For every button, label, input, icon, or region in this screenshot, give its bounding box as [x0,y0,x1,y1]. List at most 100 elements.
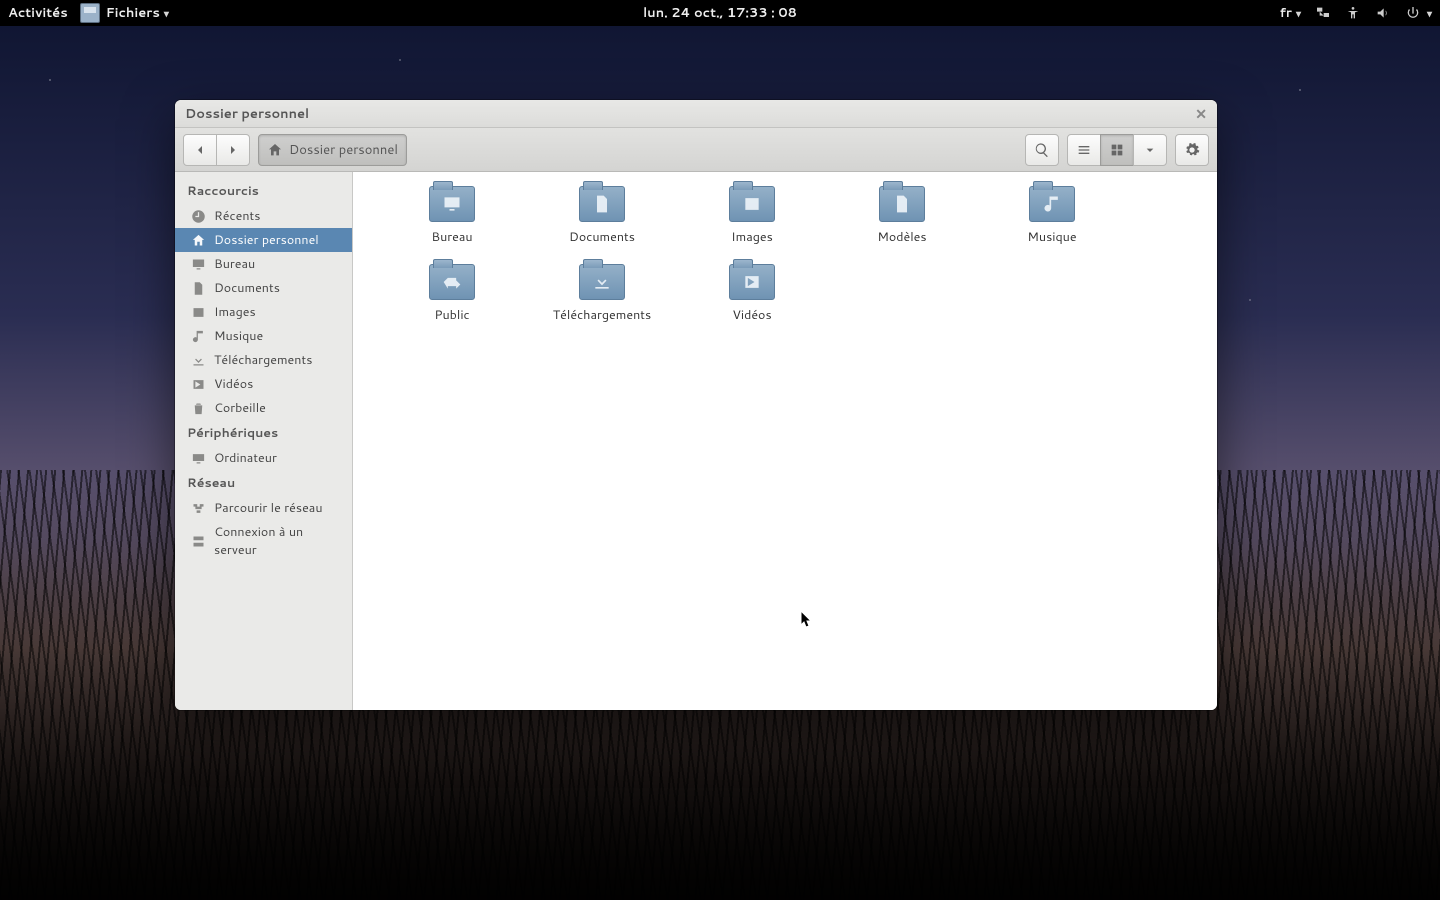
folder-item[interactable]: Documents [527,186,677,246]
folder-label: Bureau [431,228,472,246]
breadcrumb-label: Dossier personnel [289,141,398,159]
files-window: Dossier personnel ✕ Dossier personnel [175,100,1217,710]
chevron-right-icon [225,142,241,158]
sidebar-item-computer[interactable]: Ordinateur [175,446,352,470]
templates-emblem-icon [892,194,912,214]
network-status-icon[interactable] [1315,5,1331,21]
sidebar-item-images[interactable]: Images [175,300,352,324]
clock[interactable]: lun. 24 oct., 17:33 : 08 [643,4,797,22]
sidebar-item-label: Musique [214,327,263,345]
power-menu[interactable] [1405,4,1432,22]
toolbar: Dossier personnel [175,128,1217,172]
app-menu[interactable]: Fichiers [80,3,169,23]
back-button[interactable] [183,134,217,166]
videos-emblem-icon [742,272,762,292]
sidebar-item-label: Parcourir le réseau [214,499,323,517]
settings-button[interactable] [1175,134,1209,166]
sidebar: Raccourcis Récents Dossier personnel Burea… [175,172,353,710]
grid-view-icon [1109,142,1125,158]
network-icon [191,501,206,516]
folder-label: Public [434,306,469,324]
breadcrumb-home[interactable]: Dossier personnel [258,134,407,166]
folder-label: Modèles [877,228,926,246]
folder-item[interactable]: Images [677,186,827,246]
sidebar-item-server[interactable]: Connexion à un serveur [175,520,352,562]
app-menu-label: Fichiers [106,4,169,22]
activities-button[interactable]: Activités [8,4,68,22]
view-grid-button[interactable] [1100,134,1134,166]
search-icon [1034,142,1050,158]
chevron-left-icon [192,142,208,158]
folder-icon [429,264,475,300]
volume-icon[interactable] [1375,5,1391,21]
home-icon [267,142,283,158]
sidebar-item-label: Corbeille [214,399,266,417]
download-emblem-icon [592,272,612,292]
server-icon [191,534,206,549]
sidebar-item-home[interactable]: Dossier personnel [175,228,352,252]
chevron-down-icon [1142,142,1158,158]
sidebar-item-label: Ordinateur [214,449,277,467]
file-grid: Bureau Documents Images Modèles Musique Publi… [377,186,1193,324]
sidebar-item-trash[interactable]: Corbeille [175,396,352,420]
images-icon [191,305,206,320]
folder-item[interactable]: Bureau [377,186,527,246]
videos-icon [191,377,206,392]
folder-item[interactable]: Public [377,264,527,324]
sidebar-header-shortcuts: Raccourcis [175,178,352,204]
home-icon [191,233,206,248]
view-list-button[interactable] [1067,134,1101,166]
sidebar-item-clock[interactable]: Récents [175,204,352,228]
view-more-button[interactable] [1133,134,1167,166]
sidebar-item-label: Dossier personnel [214,231,319,249]
nav-buttons [183,134,250,166]
folder-item[interactable]: Vidéos [677,264,827,324]
folder-icon [429,186,475,222]
trash-icon [191,401,206,416]
documents-icon [191,281,206,296]
folder-icon [729,186,775,222]
sidebar-item-download[interactable]: Téléchargements [175,348,352,372]
accessibility-icon[interactable] [1345,5,1361,21]
folder-item[interactable]: Téléchargements [527,264,677,324]
music-emblem-icon [1042,194,1062,214]
sidebar-item-label: Récents [214,207,260,225]
sidebar-item-label: Téléchargements [214,351,312,369]
sidebar-item-videos[interactable]: Vidéos [175,372,352,396]
folder-label: Images [731,228,773,246]
folder-icon [1029,186,1075,222]
folder-label: Téléchargements [553,306,651,324]
sidebar-item-music[interactable]: Musique [175,324,352,348]
file-pane[interactable]: Bureau Documents Images Modèles Musique Publi… [353,172,1217,710]
desktop-emblem-icon [442,194,462,214]
view-switcher [1067,134,1167,166]
list-view-icon [1076,142,1092,158]
forward-button[interactable] [216,134,250,166]
power-icon [1405,5,1421,21]
keyboard-layout-indicator[interactable]: fr [1280,4,1301,22]
sidebar-item-desktop[interactable]: Bureau [175,252,352,276]
music-icon [191,329,206,344]
folder-icon [729,264,775,300]
gear-icon [1184,142,1200,158]
folder-item[interactable]: Musique [977,186,1127,246]
sidebar-item-documents[interactable]: Documents [175,276,352,300]
close-icon[interactable]: ✕ [1195,104,1207,124]
sidebar-header-network: Réseau [175,470,352,496]
public-emblem-icon [442,272,462,292]
sidebar-item-network[interactable]: Parcourir le réseau [175,496,352,520]
folder-item[interactable]: Modèles [827,186,977,246]
search-button[interactable] [1025,134,1059,166]
computer-icon [191,451,206,466]
download-icon [191,353,206,368]
clock-icon [191,209,206,224]
window-titlebar[interactable]: Dossier personnel ✕ [175,100,1217,128]
folder-icon [879,186,925,222]
folder-label: Documents [569,228,635,246]
folder-label: Musique [1027,228,1076,246]
chevron-down-icon [1423,4,1432,22]
sidebar-item-label: Bureau [214,255,255,273]
sidebar-item-label: Images [214,303,256,321]
sidebar-item-label: Documents [214,279,280,297]
sidebar-item-label: Vidéos [214,375,253,393]
